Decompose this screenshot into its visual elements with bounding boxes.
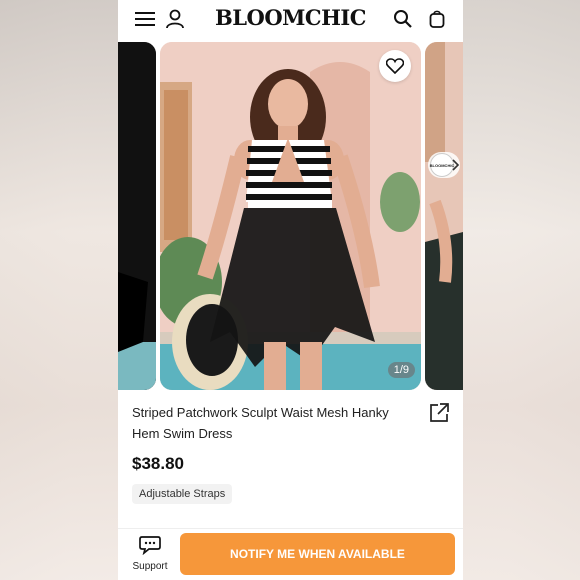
top-bar: BLOOMCHIC <box>118 0 463 38</box>
feature-tag: Adjustable Straps <box>132 484 233 504</box>
notify-me-button[interactable]: NOTIFY ME WHEN AVAILABLE <box>180 533 455 575</box>
share-icon[interactable] <box>428 402 450 424</box>
product-price: $38.80 <box>132 454 184 473</box>
previous-slide-image[interactable] <box>118 42 156 390</box>
app-screen: BLOOMCHIC 1/9 BLOOMCHIC Striped Patchwor… <box>118 0 463 580</box>
bottom-action-bar: Support NOTIFY ME WHEN AVAILABLE <box>118 528 463 580</box>
next-slide-image[interactable] <box>425 42 463 390</box>
product-photo <box>160 42 421 390</box>
shopping-bag-icon[interactable] <box>424 6 450 32</box>
image-counter: 1/9 <box>387 362 415 378</box>
heart-icon <box>386 58 404 74</box>
search-icon[interactable] <box>390 6 416 32</box>
chat-bubble-icon <box>139 536 161 556</box>
chevron-right-icon[interactable] <box>451 159 461 171</box>
product-image[interactable]: 1/9 <box>160 42 421 390</box>
product-title: Striped Patchwork Sculpt Waist Mesh Hank… <box>132 405 389 441</box>
product-info: Striped Patchwork Sculpt Waist Mesh Hank… <box>132 402 450 504</box>
support-button[interactable]: Support <box>126 535 174 572</box>
product-image-carousel[interactable]: 1/9 BLOOMCHIC <box>118 42 463 390</box>
background-left <box>0 0 118 580</box>
favorite-button[interactable] <box>379 50 411 82</box>
background-right <box>462 0 580 580</box>
support-label: Support <box>132 561 168 572</box>
